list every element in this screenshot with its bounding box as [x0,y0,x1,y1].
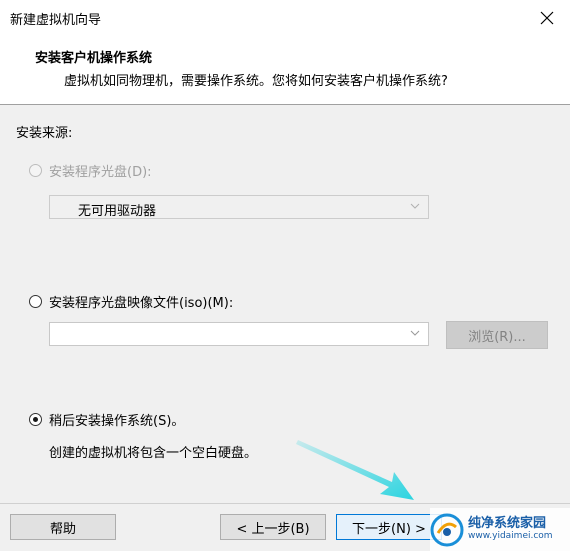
iso-path-select[interactable] [49,322,429,346]
disc-drive-value: 无可用驱动器 [78,204,157,219]
annotation-arrow [296,440,414,500]
footer-divider [0,503,570,504]
radio-install-later[interactable]: 稍后安装操作系统(S)。 [29,410,184,429]
browse-button[interactable]: 浏览(R)... [446,321,548,349]
radio-later-button[interactable] [29,413,42,426]
radio-installer-disc[interactable]: 安装程序光盘(D): [29,161,152,180]
title-bar: 新建虚拟机向导 [0,0,570,36]
radio-iso-label: 安装程序光盘映像文件(iso)(M): [49,296,234,311]
radio-installer-iso[interactable]: 安装程序光盘映像文件(iso)(M): [29,292,233,311]
radio-disc-button[interactable] [29,164,42,177]
chevron-down-icon [410,203,420,209]
page-title: 安装客户机操作系统 [35,51,153,66]
help-button[interactable]: 帮助 [10,514,116,540]
watermark: 纯净系统家园 www.yidaimei.com [430,508,570,551]
watermark-title: 纯净系统家园 [468,516,547,532]
watermark-logo-icon [430,513,464,546]
next-button[interactable]: 下一步(N) > [336,514,442,540]
page-subtitle: 虚拟机如同物理机，需要操作系统。您将如何安装客户机操作系统? [64,74,448,89]
wizard-header: 安装客户机操作系统 虚拟机如同物理机，需要操作系统。您将如何安装客户机操作系统? [0,36,570,105]
install-later-description: 创建的虚拟机将包含一个空白硬盘。 [49,446,258,461]
back-button[interactable]: < 上一步(B) [220,514,326,540]
watermark-url: www.yidaimei.com [468,530,553,541]
install-source-label: 安装来源: [16,126,73,141]
close-button[interactable] [524,0,570,36]
window-title: 新建虚拟机向导 [10,13,102,28]
radio-iso-button[interactable] [29,295,42,308]
close-icon [540,11,554,25]
radio-disc-label: 安装程序光盘(D): [49,165,152,180]
disc-drive-select[interactable]: 无可用驱动器 [49,195,429,219]
chevron-down-icon [410,330,420,336]
radio-later-label: 稍后安装操作系统(S)。 [49,414,185,429]
